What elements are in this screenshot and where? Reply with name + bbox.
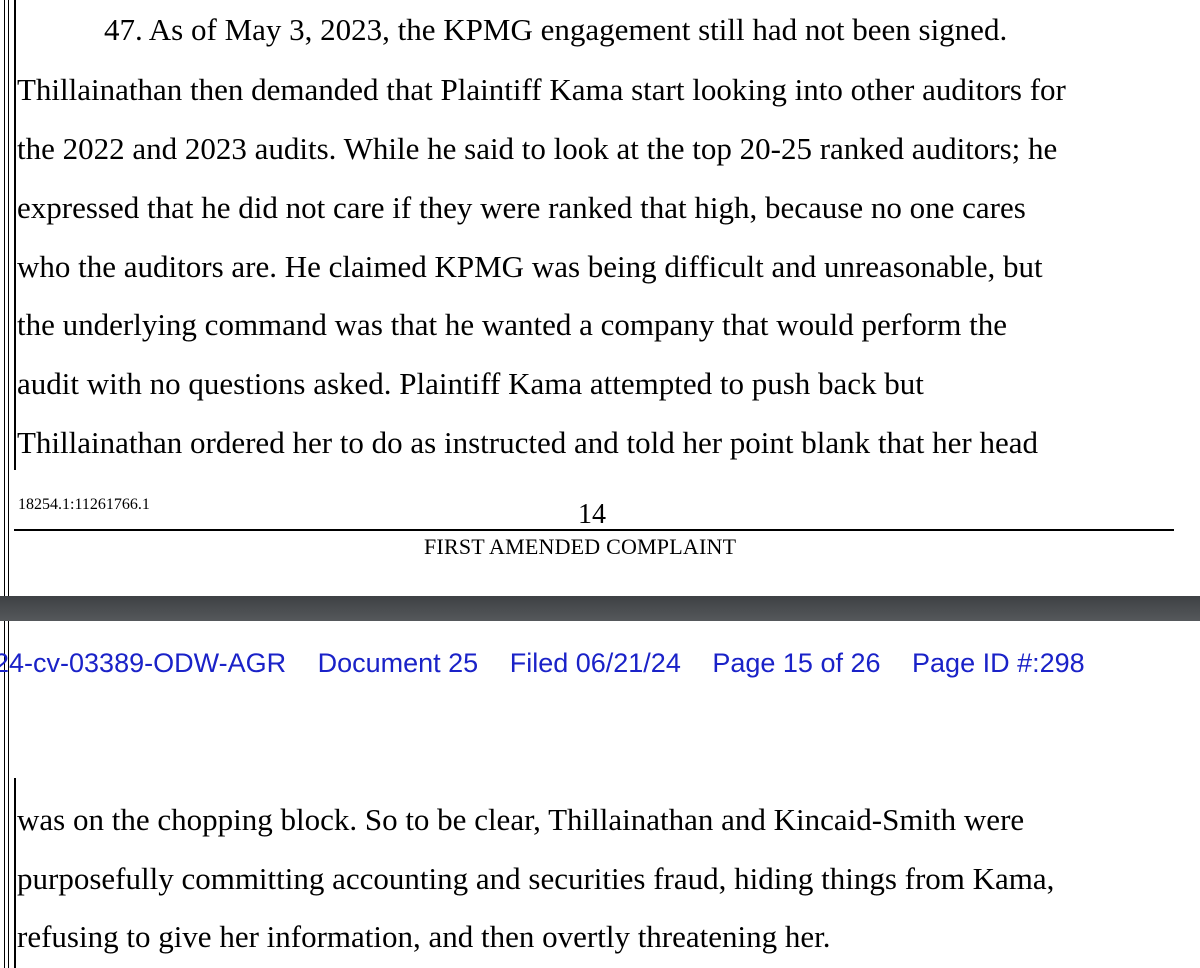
- filing-document: Document 25: [317, 648, 479, 678]
- body-line: expressed that he did not care if they w…: [17, 190, 1026, 225]
- filing-page-id: Page ID #:298: [912, 648, 1085, 678]
- footer-divider: [14, 529, 1174, 531]
- body-line: 47. As of May 3, 2023, the KPMG engageme…: [104, 12, 1008, 47]
- body-line: Thillainathan ordered her to do as instr…: [17, 425, 1038, 460]
- body-line: audit with no questions asked. Plaintiff…: [17, 366, 924, 401]
- footer-title: FIRST AMENDED COMPLAINT: [424, 534, 737, 559]
- filing-page: Page 15 of 26: [712, 648, 881, 678]
- filing-header: 24-cv-03389-ODW-AGR Document 25 Filed 06…: [0, 648, 1109, 679]
- body-line: who the auditors are. He claimed KPMG wa…: [17, 249, 1043, 284]
- page-separator: [0, 596, 1200, 621]
- body-line: purposefully committing accounting and s…: [17, 861, 1055, 896]
- body-line: the underlying command was that he wante…: [17, 307, 1007, 342]
- margin-rule: [8, 0, 9, 596]
- body-line: was on the chopping block. So to be clea…: [17, 802, 1025, 837]
- filing-date: Filed 06/21/24: [509, 648, 681, 678]
- body-line: the 2022 and 2023 audits. While he said …: [17, 131, 1058, 166]
- body-line: refusing to give her information, and th…: [17, 919, 831, 954]
- paragraph-rule: [14, 778, 16, 968]
- paragraph-rule: [14, 0, 16, 470]
- filing-case-number: 24-cv-03389-ODW-AGR: [0, 648, 287, 678]
- footer-page-number: 14: [578, 499, 606, 530]
- body-line: Thillainathan then demanded that Plainti…: [17, 72, 1066, 107]
- margin-rule: [4, 0, 5, 596]
- footer-doc-id: 18254.1:11261766.1: [18, 496, 150, 513]
